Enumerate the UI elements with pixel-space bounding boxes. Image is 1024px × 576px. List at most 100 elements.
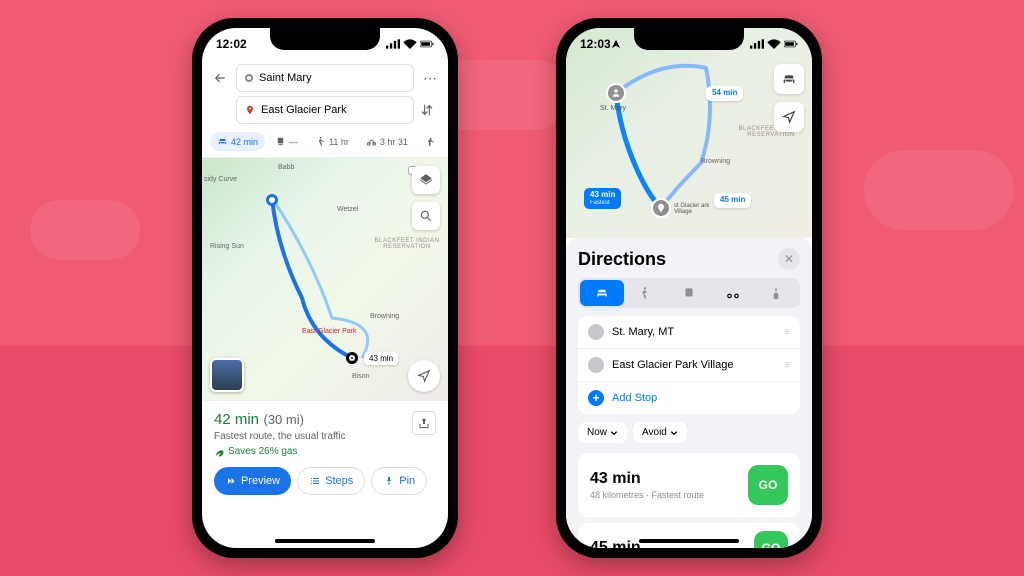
location-arrow-icon [417, 369, 431, 383]
preview-button[interactable]: Preview [214, 467, 291, 495]
town-label: Browning [701, 158, 730, 165]
go-button[interactable]: GO [748, 465, 788, 505]
map-label: Wetzel [337, 206, 358, 213]
pin-button[interactable]: Pin [371, 467, 427, 495]
battery-icon [420, 39, 434, 49]
map-label: Babb [278, 164, 294, 171]
rideshare-icon [769, 286, 783, 300]
destination-marker[interactable] [346, 352, 358, 364]
layers-icon [419, 173, 433, 187]
mode-bike[interactable]: 3 hr 31 [359, 132, 415, 151]
swap-button[interactable] [420, 103, 440, 117]
route-option[interactable]: 43 min 48 kilometres · Fastest route GO [578, 453, 800, 517]
wifi-icon [767, 39, 781, 49]
share-button[interactable] [412, 411, 436, 435]
recenter-button[interactable] [774, 102, 804, 132]
destination-map-label: East Glacier Park [302, 328, 356, 335]
reorder-handle-icon[interactable]: ≡ [784, 360, 790, 371]
destination-field[interactable]: East Glacier Park [236, 96, 414, 124]
share-icon [418, 417, 430, 429]
bike-icon [366, 136, 377, 147]
bike-icon [726, 286, 740, 300]
route-subtitle: 48 kilometres · Fastest route [590, 490, 704, 500]
stops-list: St. Mary, MT ≡ East Glacier Park Village… [578, 316, 800, 414]
mode-transit[interactable] [667, 280, 711, 306]
signal-icon [386, 39, 400, 49]
walk-icon [315, 136, 326, 147]
bg-cloud [30, 200, 140, 260]
destination-pin[interactable] [651, 198, 671, 218]
status-time: 12:02 [216, 37, 247, 51]
map-label: Rising Sun [210, 243, 244, 250]
origin-marker[interactable] [266, 194, 278, 206]
wifi-icon [403, 39, 417, 49]
mode-walk[interactable]: 11 hr [308, 132, 356, 151]
mode-transit[interactable]: — [268, 132, 305, 151]
phone-google-maps: 12:02 Saint Mary ⋯ [192, 18, 458, 558]
list-icon [309, 475, 321, 487]
go-button[interactable]: GO [754, 531, 788, 548]
stop-origin[interactable]: St. Mary, MT ≡ [578, 316, 800, 349]
map-label: sidy Curve [204, 176, 237, 183]
alt-time-badge[interactable]: 45 min [714, 193, 751, 208]
plus-icon: + [588, 390, 604, 406]
route-subtitle: Fastest route, the usual traffic [214, 431, 436, 442]
mode-rideshare[interactable] [418, 132, 443, 151]
mode-drive[interactable] [580, 280, 624, 306]
route-duration: 42 min [214, 411, 259, 428]
walk-icon [638, 286, 652, 300]
eco-badge: Saves 26% gas [214, 446, 436, 457]
steps-button[interactable]: Steps [297, 467, 365, 495]
reservation-label: BLACKFEET INDIAN RESERVATION [372, 238, 442, 250]
mode-fab[interactable] [774, 64, 804, 94]
map-view[interactable]: Babb Wetzel Rising Sun Browning Bison si… [202, 158, 448, 400]
layers-button[interactable] [412, 166, 440, 194]
stop-dot-icon [588, 324, 604, 340]
reorder-handle-icon[interactable]: ≡ [784, 327, 790, 338]
car-icon [781, 71, 797, 87]
origin-pin[interactable] [606, 83, 626, 103]
destination-text: East Glacier Park [261, 104, 347, 116]
dest-label: st Glacier ark Village [674, 203, 714, 215]
phone-apple-maps: 12:03 St. Mary st Glacier ark Village [556, 18, 822, 558]
route-option[interactable]: 45 min GO [578, 523, 800, 548]
route-distance: (30 mi) [263, 412, 303, 427]
depart-time-button[interactable]: Now [578, 422, 627, 443]
origin-field[interactable]: Saint Mary [236, 64, 414, 92]
avoid-options-button[interactable]: Avoid [633, 422, 687, 443]
home-indicator[interactable] [639, 539, 739, 543]
stop-dot-icon [588, 357, 604, 373]
home-indicator[interactable] [275, 539, 375, 543]
route-duration: 45 min [590, 539, 641, 548]
mode-drive[interactable]: 42 min [210, 132, 265, 151]
close-button[interactable]: ✕ [778, 248, 800, 270]
mode-walk[interactable] [624, 280, 668, 306]
mode-segmented-control [578, 278, 800, 308]
swap-icon [420, 103, 434, 117]
search-icon [419, 209, 433, 223]
location-arrow-icon [611, 39, 621, 49]
search-map-button[interactable] [412, 202, 440, 230]
phone-notch [634, 28, 744, 50]
pin-icon [383, 475, 395, 487]
back-button[interactable] [210, 68, 230, 88]
stop-destination[interactable]: East Glacier Park Village ≡ [578, 349, 800, 382]
streetview-thumbnail[interactable] [210, 358, 244, 392]
add-stop-button[interactable]: + Add Stop [578, 382, 800, 414]
alt-time-badge[interactable]: 54 min [706, 86, 743, 101]
bg-cloud [864, 150, 1014, 230]
route-card: 42 min (30 mi) Fastest route, the usual … [202, 400, 448, 505]
recenter-button[interactable] [408, 360, 440, 392]
mode-rideshare[interactable] [754, 280, 798, 306]
mode-bike[interactable] [711, 280, 755, 306]
more-button[interactable]: ⋯ [420, 70, 440, 87]
pin-icon [656, 203, 666, 213]
car-icon [217, 136, 228, 147]
rideshare-icon [425, 136, 436, 147]
person-icon [611, 88, 621, 98]
fastest-badge[interactable]: 43 min Fastest [584, 188, 621, 209]
pin-label: St. Mary [600, 105, 626, 112]
transit-icon [682, 286, 696, 300]
travel-mode-tabs: 42 min — 11 hr 3 hr 31 [202, 128, 448, 158]
chevron-down-icon [670, 429, 678, 437]
